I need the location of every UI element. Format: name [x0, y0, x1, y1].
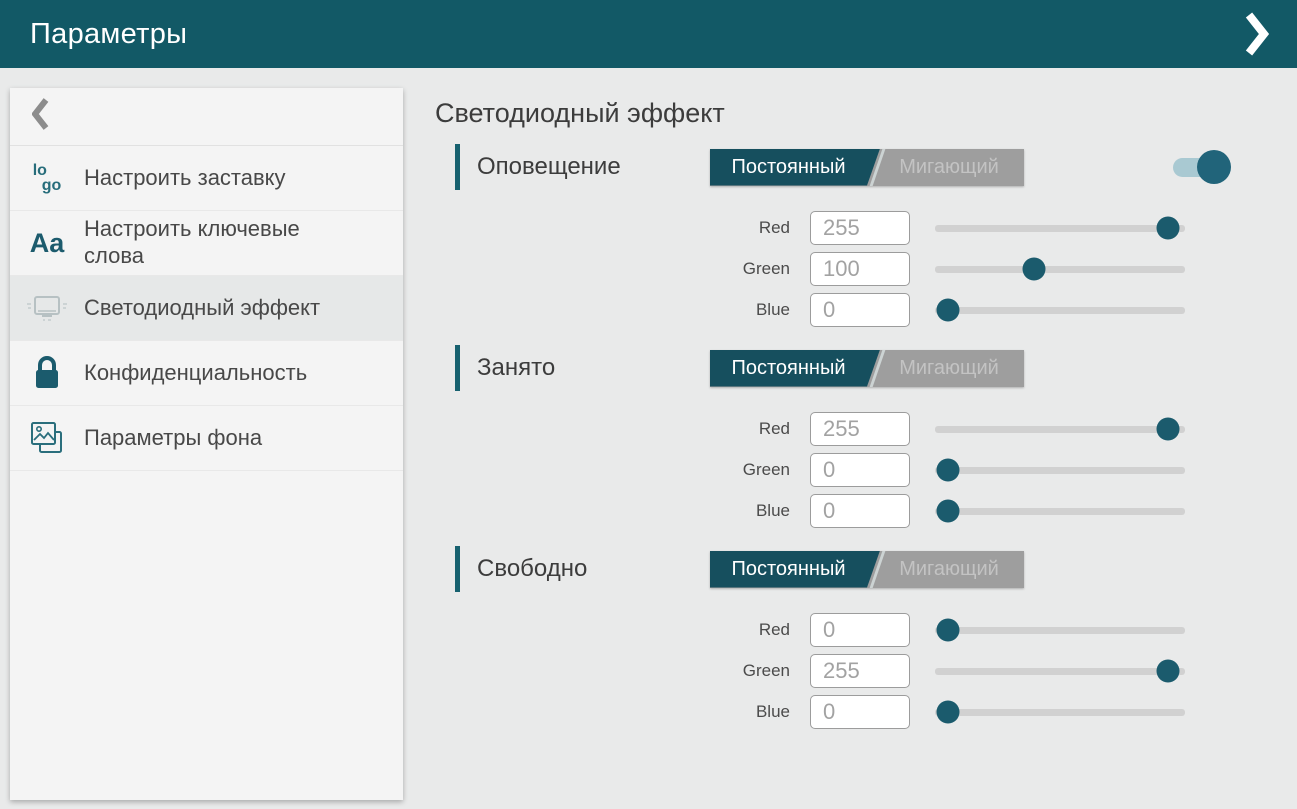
chevron-left-icon [32, 98, 49, 135]
slider-thumb[interactable] [936, 299, 959, 322]
section-notification: Оповещение Мигающий Постоянный Red [435, 143, 1225, 327]
background-images-icon [10, 420, 84, 456]
channel-row-green: Green [435, 453, 1225, 487]
channel-row-blue: Blue [435, 695, 1225, 729]
channel-label: Green [435, 259, 790, 279]
slider-thumb[interactable] [936, 500, 959, 523]
mode-segmented-control: Мигающий Постоянный [710, 551, 1024, 588]
channel-row-blue: Blue [435, 494, 1225, 528]
keywords-icon: Aa [10, 228, 84, 259]
section-label: Оповещение [477, 153, 710, 181]
mode-segmented-control: Мигающий Постоянный [710, 350, 1024, 387]
sidebar-item-label: Настроить заставку [84, 165, 300, 192]
lock-icon [10, 355, 84, 391]
red-slider[interactable] [935, 627, 1185, 634]
page-title: Параметры [30, 18, 187, 51]
settings-sidebar: logo Настроить заставку Aa Настроить клю… [10, 88, 403, 800]
mode-constant-button[interactable]: Постоянный [710, 551, 880, 588]
blue-slider[interactable] [935, 508, 1185, 515]
channel-row-green: Green [435, 654, 1225, 688]
channel-label: Blue [435, 702, 790, 722]
channel-label: Red [435, 218, 790, 238]
slider-thumb[interactable] [1156, 660, 1179, 683]
channel-label: Red [435, 419, 790, 439]
section-accent-bar [455, 546, 460, 592]
slider-thumb[interactable] [936, 701, 959, 724]
green-value-input[interactable] [810, 654, 910, 688]
app-header: Параметры [0, 0, 1297, 68]
sidebar-item-splash-screen[interactable]: logo Настроить заставку [10, 146, 403, 211]
section-label: Свободно [477, 555, 710, 583]
red-value-input[interactable] [810, 211, 910, 245]
section-accent-bar [455, 345, 460, 391]
slider-thumb[interactable] [1156, 418, 1179, 441]
channel-label: Red [435, 620, 790, 640]
green-value-input[interactable] [810, 252, 910, 286]
section-free: Свободно Мигающий Постоянный Red Green [435, 545, 1225, 729]
channel-row-green: Green [435, 252, 1225, 286]
led-effect-panel: Светодиодный эффект Оповещение Мигающий … [403, 68, 1297, 809]
channel-label: Green [435, 460, 790, 480]
panel-title: Светодиодный эффект [435, 98, 1225, 129]
channel-row-blue: Blue [435, 293, 1225, 327]
section-accent-bar [455, 144, 460, 190]
sidebar-item-keywords[interactable]: Aa Настроить ключевые слова [10, 211, 403, 276]
mode-constant-button[interactable]: Постоянный [710, 350, 880, 387]
sidebar-item-label: Настроить ключевые слова [84, 216, 334, 270]
mode-blinking-button[interactable]: Мигающий [874, 149, 1024, 186]
channel-row-red: Red [435, 412, 1225, 446]
mode-segmented-control: Мигающий Постоянный [710, 149, 1024, 186]
sidebar-back-button[interactable] [10, 88, 403, 146]
red-slider[interactable] [935, 225, 1185, 232]
red-value-input[interactable] [810, 412, 910, 446]
logo-icon: logo [10, 163, 84, 193]
red-slider[interactable] [935, 426, 1185, 433]
blue-value-input[interactable] [810, 494, 910, 528]
green-slider[interactable] [935, 668, 1185, 675]
sidebar-item-led-effect[interactable]: Светодиодный эффект [10, 276, 403, 341]
content-area: logo Настроить заставку Aa Настроить клю… [0, 68, 1297, 809]
blue-slider[interactable] [935, 709, 1185, 716]
led-screen-icon [10, 292, 84, 324]
channel-row-red: Red [435, 211, 1225, 245]
section-label: Занято [477, 354, 710, 382]
section-busy: Занято Мигающий Постоянный Red Green [435, 344, 1225, 528]
sidebar-item-background[interactable]: Параметры фона [10, 406, 403, 471]
notification-toggle[interactable] [1173, 149, 1225, 185]
channel-row-red: Red [435, 613, 1225, 647]
sidebar-item-label: Светодиодный эффект [84, 295, 334, 322]
green-slider[interactable] [935, 467, 1185, 474]
channel-label: Green [435, 661, 790, 681]
toggle-knob[interactable] [1197, 150, 1231, 184]
mode-blinking-button[interactable]: Мигающий [874, 350, 1024, 387]
blue-value-input[interactable] [810, 293, 910, 327]
sidebar-item-label: Параметры фона [84, 425, 276, 452]
mode-blinking-button[interactable]: Мигающий [874, 551, 1024, 588]
blue-value-input[interactable] [810, 695, 910, 729]
mode-constant-button[interactable]: Постоянный [710, 149, 880, 186]
slider-thumb[interactable] [1156, 217, 1179, 240]
slider-thumb[interactable] [1022, 258, 1045, 281]
sidebar-item-privacy[interactable]: Конфиденциальность [10, 341, 403, 406]
green-value-input[interactable] [810, 453, 910, 487]
blue-slider[interactable] [935, 307, 1185, 314]
green-slider[interactable] [935, 266, 1185, 273]
slider-thumb[interactable] [936, 459, 959, 482]
slider-thumb[interactable] [936, 619, 959, 642]
chevron-right-icon[interactable] [1245, 12, 1269, 56]
red-value-input[interactable] [810, 613, 910, 647]
channel-label: Blue [435, 501, 790, 521]
sidebar-item-label: Конфиденциальность [84, 360, 321, 387]
channel-label: Blue [435, 300, 790, 320]
